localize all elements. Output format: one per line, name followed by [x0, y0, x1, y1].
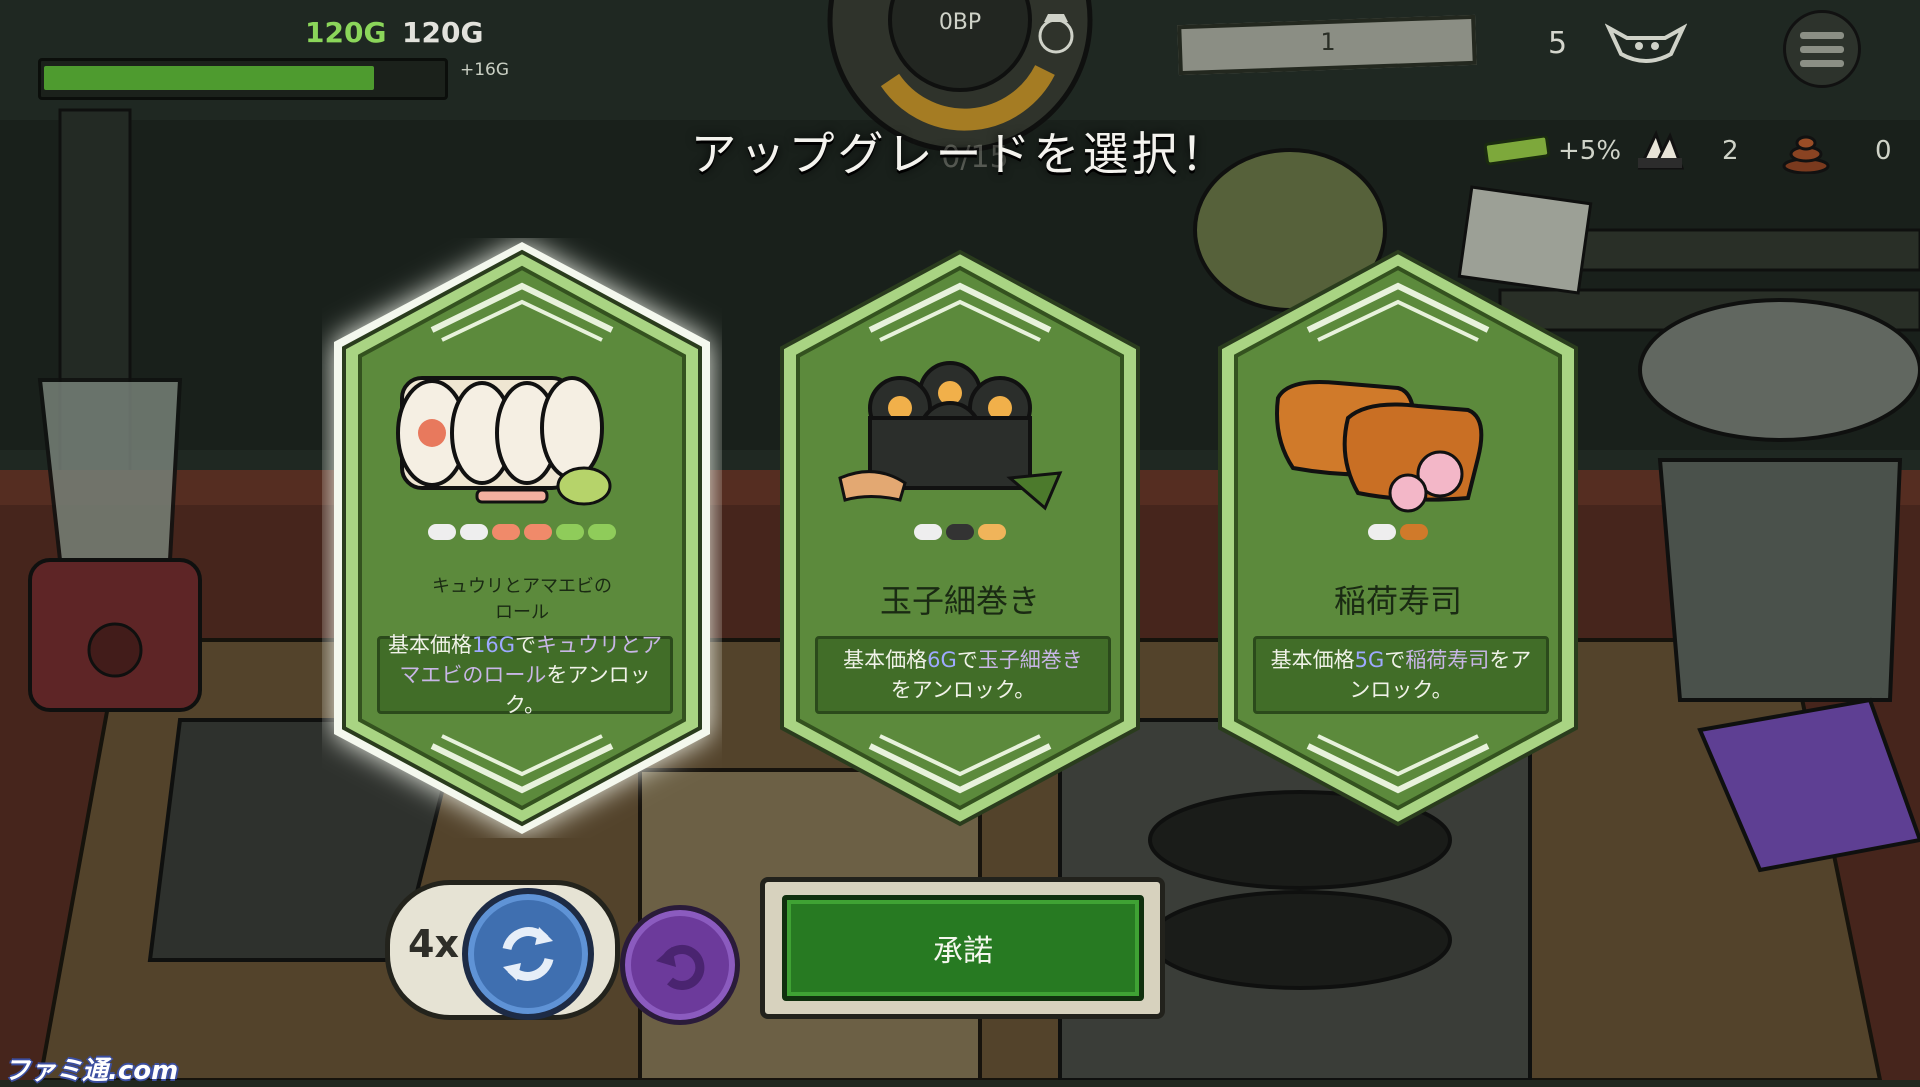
- unlock-item: 玉子細巻き: [977, 648, 1083, 672]
- rice-icon: [460, 524, 488, 540]
- upgrade-card-1[interactable]: キュウリとアマエビの ロール 基本価格16Gでキュウリとアマエビのロールをアンロ…: [322, 238, 722, 838]
- rice-icon: [428, 524, 456, 540]
- hamburger-line-icon: [1800, 31, 1844, 39]
- base-price: 5G: [1354, 648, 1385, 672]
- cucumber-icon: [588, 524, 616, 540]
- shrimp-icon: [492, 524, 520, 540]
- rice-icon: [1368, 524, 1396, 540]
- desc-mid: で: [956, 648, 978, 672]
- gold-gain: +16G: [460, 60, 510, 80]
- egg-icon: [978, 524, 1006, 540]
- menu-button[interactable]: [1783, 10, 1861, 88]
- upgrade-card-2[interactable]: 玉子細巻き 基本価格6Gで玉子細巻き をアンロック。: [760, 238, 1160, 838]
- desc-prefix: 基本価格: [843, 648, 928, 672]
- base-price: 6G: [927, 648, 957, 672]
- base-price: 16G: [472, 633, 515, 657]
- card-description: 基本価格5Gで稲荷寿司をアンロック。: [1264, 645, 1538, 705]
- gold-progress-bar: [38, 58, 448, 100]
- card-title: 稲荷寿司: [1333, 582, 1462, 620]
- desc-suffix: をアンロック。: [890, 678, 1036, 702]
- card-title: 玉子細巻き: [879, 582, 1040, 620]
- desc-prefix: 基本価格: [388, 633, 472, 657]
- desc-mid: で: [1384, 648, 1406, 672]
- watermark-logo: ファミ通.com: [4, 1056, 179, 1086]
- unlock-item: 稲荷寿司: [1405, 648, 1490, 672]
- page-title: アップグレードを選択！: [690, 127, 1230, 181]
- reroll-button[interactable]: [462, 888, 594, 1020]
- card-title: キュウリとアマエビの ロール: [432, 576, 612, 623]
- accept-button[interactable]: 承諾: [782, 895, 1144, 1001]
- rice-icon: [914, 524, 942, 540]
- card-description-box: 基本価格16Gでキュウリとアマエビのロールをアンロック。: [377, 633, 673, 717]
- chef-icon: [1030, 10, 1082, 60]
- reroll-count: 4x: [408, 922, 459, 966]
- hamburger-line-icon: [1800, 59, 1844, 67]
- desc-mid: で: [515, 633, 536, 657]
- cucumber-icon: [556, 524, 584, 540]
- gold-target: 120G: [402, 16, 484, 49]
- bp-label: 0BP: [938, 10, 982, 35]
- card-description: 基本価格6Gで玉子細巻きをアンロック。: [843, 645, 1083, 705]
- fried-tofu-icon: [1400, 524, 1428, 540]
- card-description-box: 基本価格5Gで稲荷寿司をアンロック。: [1253, 636, 1549, 714]
- ingredient-icons: [760, 524, 1160, 540]
- gold-progress-fill: [44, 66, 374, 90]
- shrimp-icon: [524, 524, 552, 540]
- ingredient-icons: [322, 524, 722, 540]
- wave-label: 1: [1320, 28, 1336, 56]
- hamburger-line-icon: [1800, 45, 1844, 53]
- gold-current: 120G: [305, 16, 387, 49]
- lives-count: 5: [1548, 26, 1568, 61]
- refresh-icon: [502, 927, 554, 981]
- nori-icon: [946, 524, 974, 540]
- desc-prefix: 基本価格: [1270, 648, 1355, 672]
- goblin-face-icon: [1604, 18, 1688, 72]
- card-description: 基本価格16Gでキュウリとアマエビのロールをアンロック。: [388, 630, 662, 720]
- ingredient-icons: [1198, 524, 1598, 540]
- upgrade-card-3[interactable]: 稲荷寿司 基本価格5Gで稲荷寿司をアンロック。: [1198, 238, 1598, 838]
- card-description-box: 基本価格6Gで玉子細巻きをアンロック。: [815, 636, 1111, 714]
- undo-button[interactable]: [620, 905, 740, 1025]
- cucumber-shrimp-roll-illustration: [396, 376, 612, 506]
- undo-icon: [656, 945, 705, 990]
